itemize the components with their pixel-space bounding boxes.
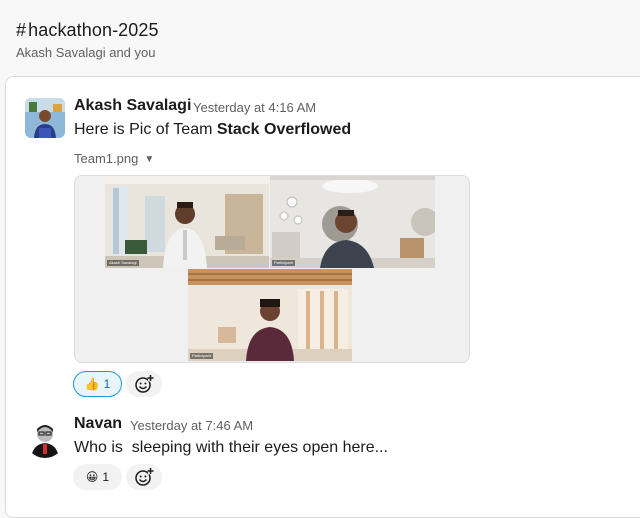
message-author[interactable]: Akash Savalagi [74, 97, 191, 115]
reaction-count: 1 [103, 377, 111, 391]
video-tile-3-image [188, 269, 352, 361]
add-reaction-button[interactable] [126, 464, 162, 490]
channel-header: # hackathon-2025 Akash Savalagi and you [0, 0, 640, 76]
message-text: Who is sleeping with their eyes open her… [74, 439, 388, 456]
participant-label: Participant [190, 353, 213, 359]
channel-hash-icon: # [16, 20, 27, 40]
video-tile-2: Participant [270, 176, 435, 268]
avatar-akash[interactable] [25, 98, 65, 138]
channel-members[interactable]: Akash Savalagi and you [16, 45, 155, 60]
add-reaction-icon [135, 467, 154, 486]
add-reaction-icon [135, 374, 154, 393]
participant-label: Participant [272, 260, 295, 266]
message-timestamp[interactable]: Yesterday at 7:46 AM [130, 418, 253, 433]
caret-down-icon[interactable]: ▼ [144, 154, 154, 165]
grinning-face-icon: 😀 [85, 470, 99, 484]
reaction-thumbs-up[interactable]: 👍 1 [73, 371, 122, 397]
add-reaction-button[interactable] [126, 371, 162, 397]
image-attachment[interactable]: Akash Savalagi Participant Participant [74, 175, 470, 363]
message-text: Here is Pic of Team Stack Overflowed [74, 121, 351, 139]
file-name: Team1.png [74, 151, 139, 166]
file-name-toggle[interactable]: Team1.png ▼ [74, 151, 154, 166]
video-tile-1: Akash Savalagi [105, 176, 269, 268]
message-text-bold: Stack Overflowed [216, 121, 352, 138]
message-author[interactable]: Navan [74, 415, 122, 433]
message-timestamp[interactable]: Yesterday at 4:16 AM [193, 100, 316, 115]
thumbs-up-icon: 👍 [84, 377, 100, 391]
avatar-navan[interactable] [25, 418, 65, 458]
reaction-count: 1 [102, 470, 110, 484]
reaction-grinning-face[interactable]: 😀 1 [73, 464, 122, 490]
participant-label: Akash Savalagi [107, 260, 139, 266]
channel-name: hackathon-2025 [28, 20, 159, 40]
avatar-akash-image [25, 98, 65, 138]
video-tile-1-image [105, 176, 269, 268]
avatar-navan-image [25, 418, 65, 458]
message-text-prefix: Here is Pic of Team [74, 121, 217, 138]
video-tile-2-image [270, 176, 435, 268]
video-tile-3: Participant [188, 269, 352, 361]
channel-title[interactable]: # hackathon-2025 [16, 20, 159, 41]
